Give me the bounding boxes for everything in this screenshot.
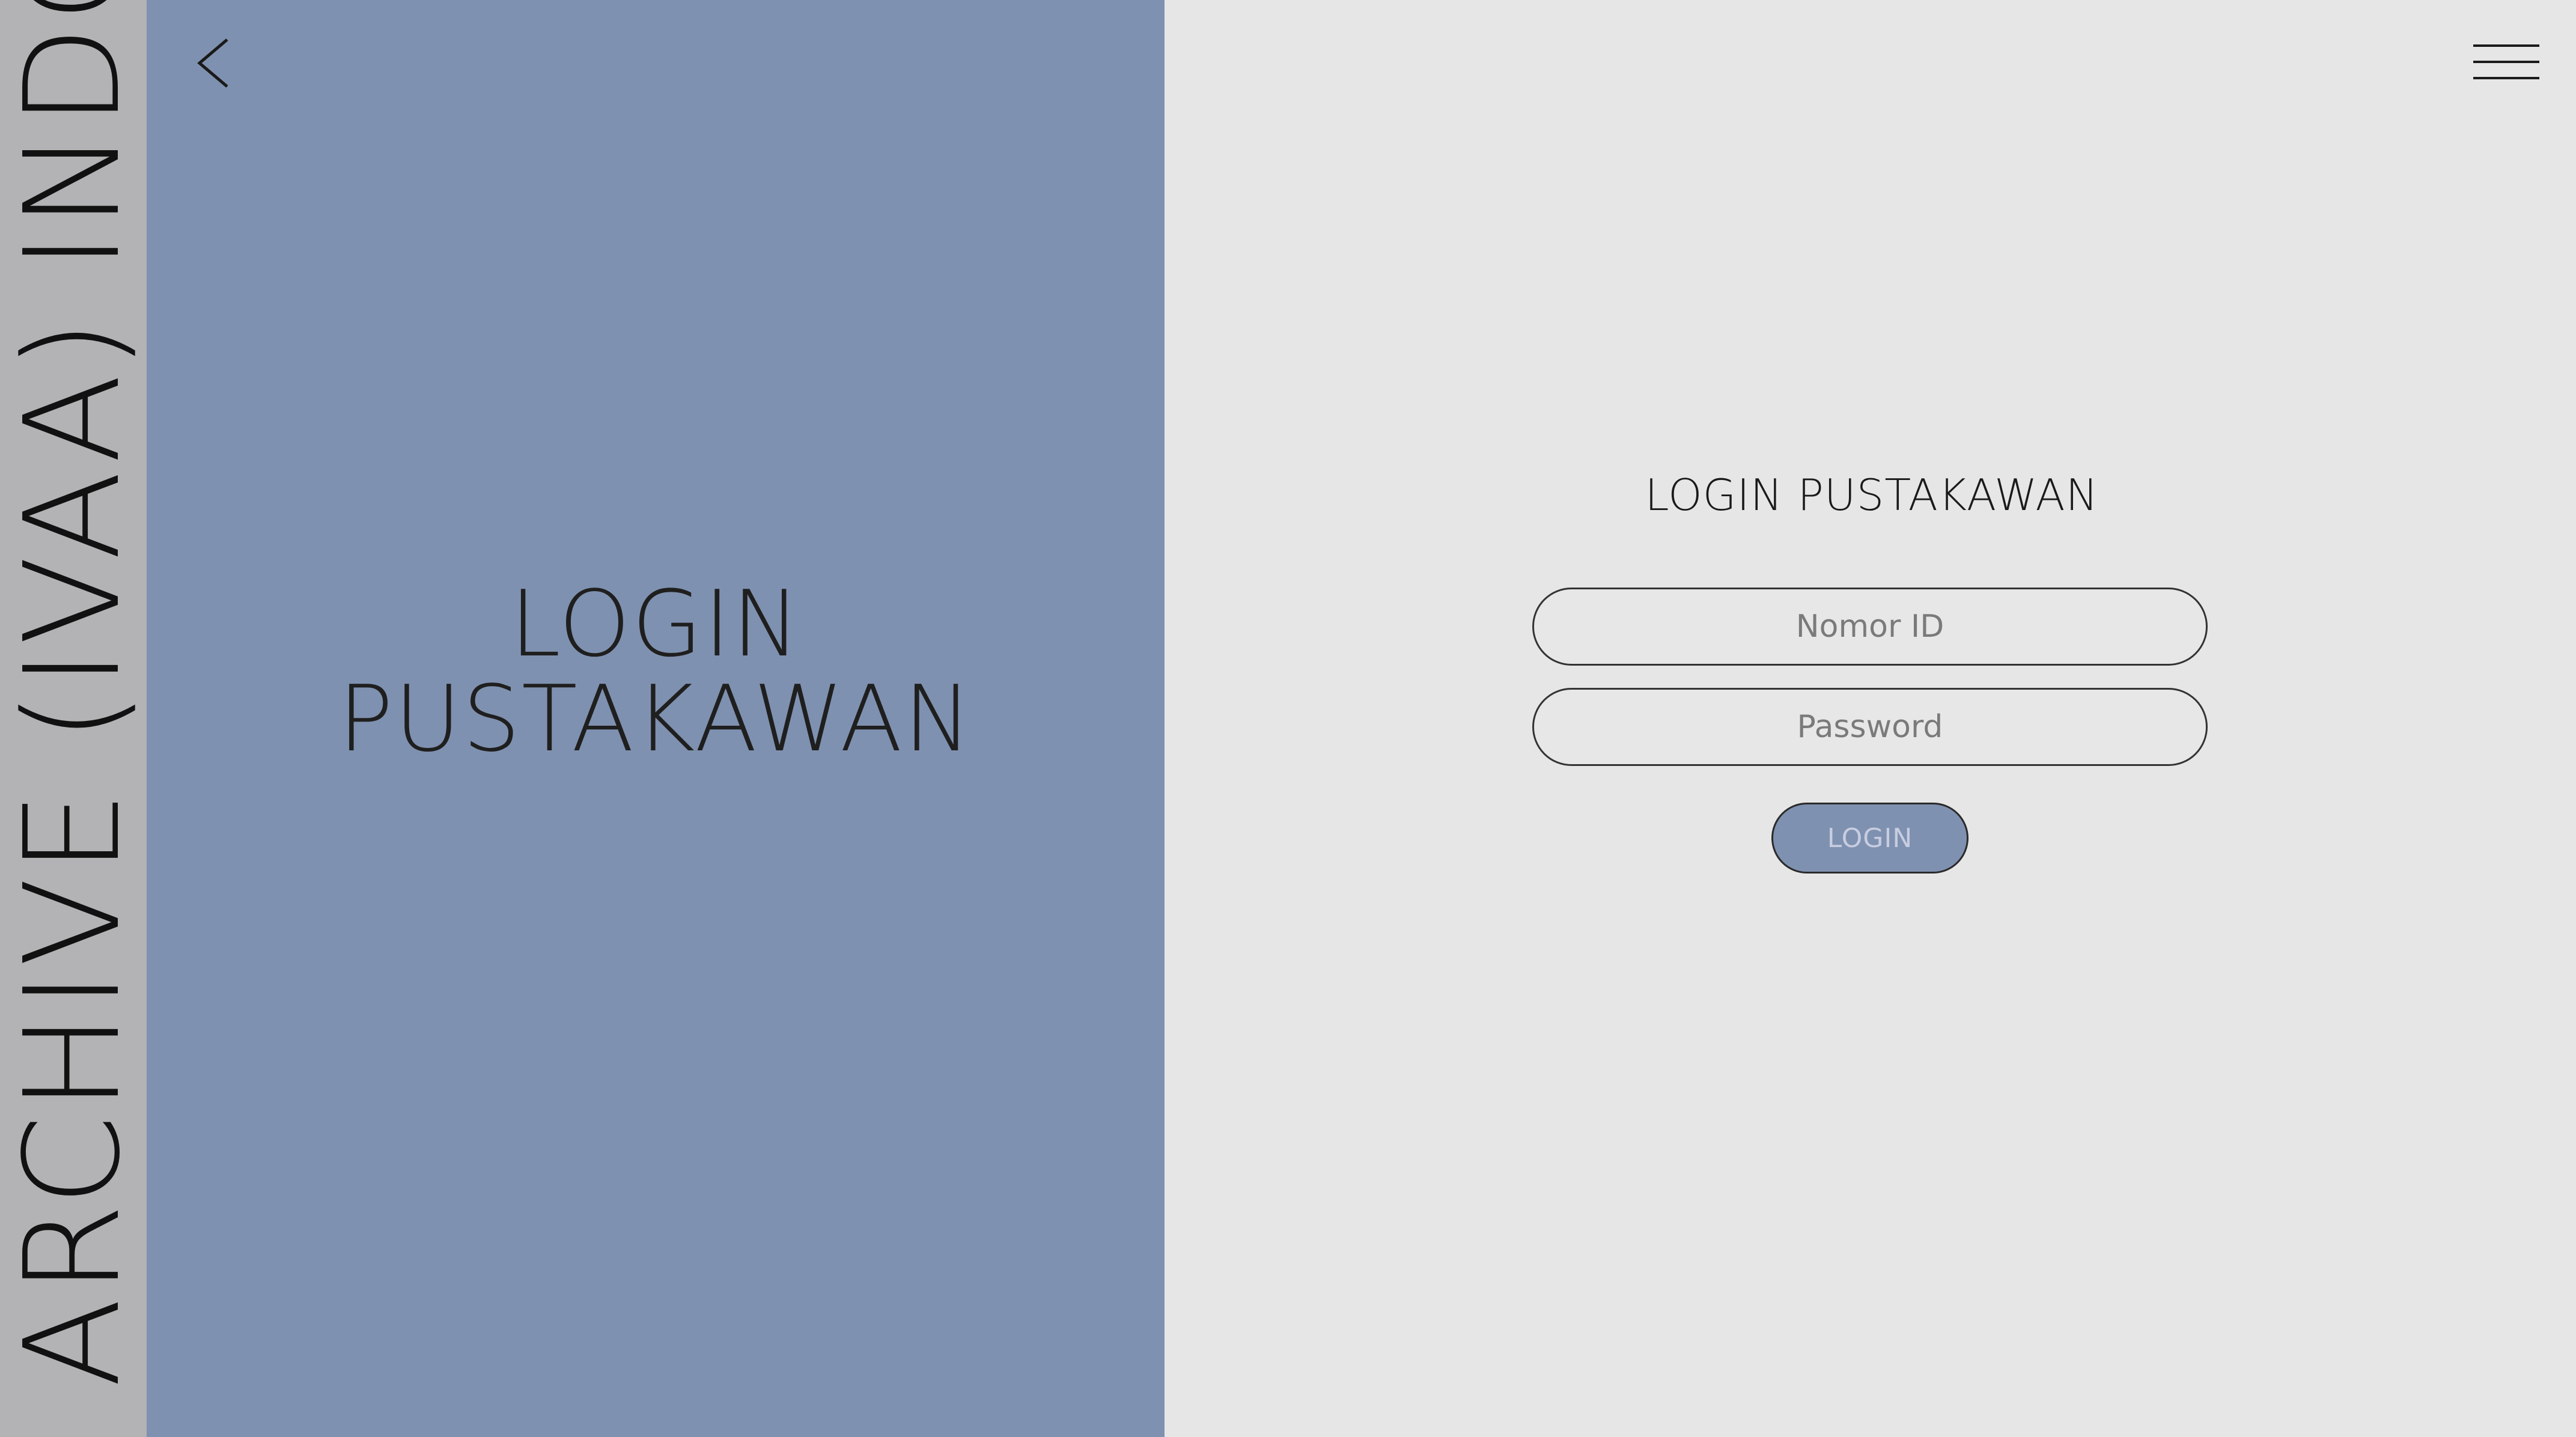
login-button[interactable]: LOGIN (1771, 803, 1969, 873)
password-input[interactable] (1532, 688, 2208, 766)
chevron-left-icon (197, 38, 228, 88)
vertical-brand-text: ARCHIVE (IVAA) INDON (0, 0, 147, 1388)
nomor-id-input[interactable] (1532, 588, 2208, 666)
hero-title: LOGIN PUSTAKAWAN (147, 577, 1165, 767)
form-title: LOGIN PUSTAKAWAN (1645, 470, 2099, 520)
hamburger-menu-icon (2473, 44, 2539, 47)
hero-title-line2: PUSTAKAWAN (338, 666, 973, 772)
menu-button[interactable] (2473, 44, 2539, 81)
back-button[interactable] (192, 36, 234, 90)
hamburger-menu-icon-bar-3 (2473, 77, 2539, 79)
login-page: ARCHIVE (IVAA) INDON LOGIN PUSTAKAWAN LO… (0, 0, 2576, 1437)
hamburger-menu-icon-bar-2 (2473, 61, 2539, 63)
hero-title-line1: LOGIN (510, 571, 802, 677)
vertical-brand-strip: ARCHIVE (IVAA) INDON (0, 0, 147, 1437)
